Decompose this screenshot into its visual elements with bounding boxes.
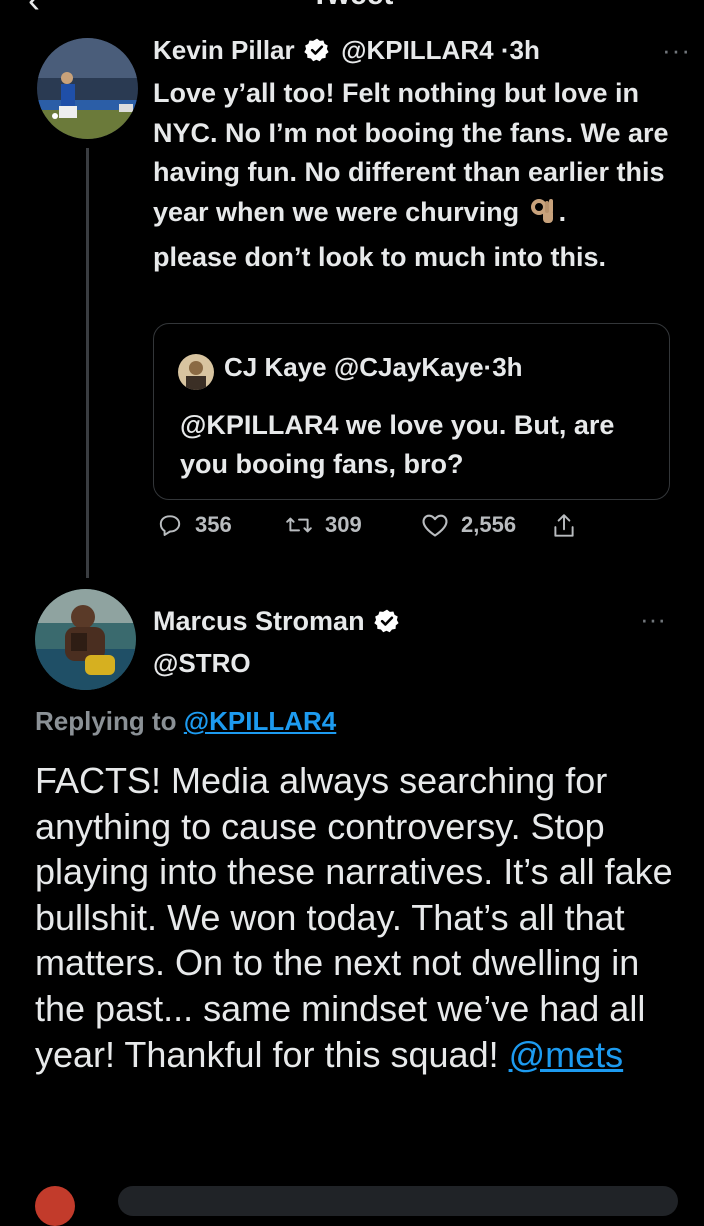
tweet-main: Kevin Pillar @KPILLAR4 ·3h ··· Love y’al…	[153, 34, 690, 278]
thread-line	[86, 148, 89, 578]
verified-badge-icon	[374, 608, 400, 642]
quoted-handle[interactable]: @CJayKaye	[334, 352, 484, 382]
quoted-separator-dot: ·	[483, 352, 493, 382]
reply-author-name[interactable]: Marcus Stroman	[153, 606, 365, 636]
quoted-header: CJ Kaye @CJayKaye·3h	[224, 352, 523, 383]
author-handle[interactable]: @KPILLAR4	[341, 35, 493, 65]
tweet-actions: 356 309 2,556	[153, 512, 613, 548]
like-count: 2,556	[461, 512, 517, 537]
avatar-kevin-pillar[interactable]	[37, 38, 138, 139]
avatar-cj-kaye[interactable]	[178, 354, 214, 390]
quoted-author-name[interactable]: CJ Kaye	[224, 352, 327, 382]
reply-author-row: Marcus Stroman	[153, 604, 404, 642]
ok-hand-emoji-icon	[527, 195, 559, 239]
mention-link[interactable]: @mets	[509, 1034, 624, 1075]
reply-icon	[157, 512, 183, 538]
more-options-icon[interactable]: ···	[640, 604, 666, 635]
replying-prefix: Replying to	[35, 706, 177, 736]
more-options-icon[interactable]: ···	[662, 34, 691, 66]
reply-composer[interactable]	[118, 1186, 678, 1216]
reply-text-body: FACTS! Media always searching for anythi…	[35, 760, 673, 1075]
tweet-time[interactable]: 3h	[509, 35, 539, 65]
like-button[interactable]: 2,556	[421, 512, 516, 538]
tweet-text-part2: .	[558, 196, 567, 227]
reply-header: Marcus Stroman @STRO	[153, 604, 404, 679]
replying-to: Replying to @KPILLAR4	[35, 706, 336, 737]
quoted-text: @KPILLAR4 we love you. But, are you booi…	[180, 410, 615, 479]
top-bar: ‹ Tweet	[0, 0, 704, 18]
retweet-count: 309	[325, 512, 362, 537]
quoted-tweet[interactable]: CJ Kaye @CJayKaye·3h @KPILLAR4 we love y…	[153, 323, 670, 500]
page-title: Tweet	[0, 0, 704, 10]
reply-text: FACTS! Media always searching for anythi…	[35, 758, 695, 1077]
reply-button[interactable]: 356	[157, 512, 232, 538]
author-name[interactable]: Kevin Pillar	[153, 35, 295, 65]
tweet-text: Love y’all too! Felt nothing but love in…	[153, 74, 693, 278]
reply-handle[interactable]: @STRO	[153, 648, 404, 679]
retweet-button[interactable]: 309	[285, 512, 362, 538]
tweet-text-part3: please don’t look to much into this.	[153, 242, 607, 272]
avatar-marcus-stroman[interactable]	[35, 589, 136, 690]
tweet-text-part1: Love y’all too! Felt nothing but love in…	[153, 78, 669, 227]
quoted-time: 3h	[492, 352, 523, 382]
heart-icon	[421, 512, 449, 538]
reply-count: 356	[195, 512, 232, 537]
share-icon	[551, 512, 577, 540]
share-button[interactable]	[551, 512, 577, 540]
tweet-header: Kevin Pillar @KPILLAR4 ·3h ···	[153, 34, 690, 70]
composer-avatar[interactable]	[35, 1186, 75, 1226]
verified-badge-icon	[304, 37, 330, 70]
replying-to-link[interactable]: @KPILLAR4	[184, 706, 336, 736]
retweet-icon	[285, 512, 313, 538]
